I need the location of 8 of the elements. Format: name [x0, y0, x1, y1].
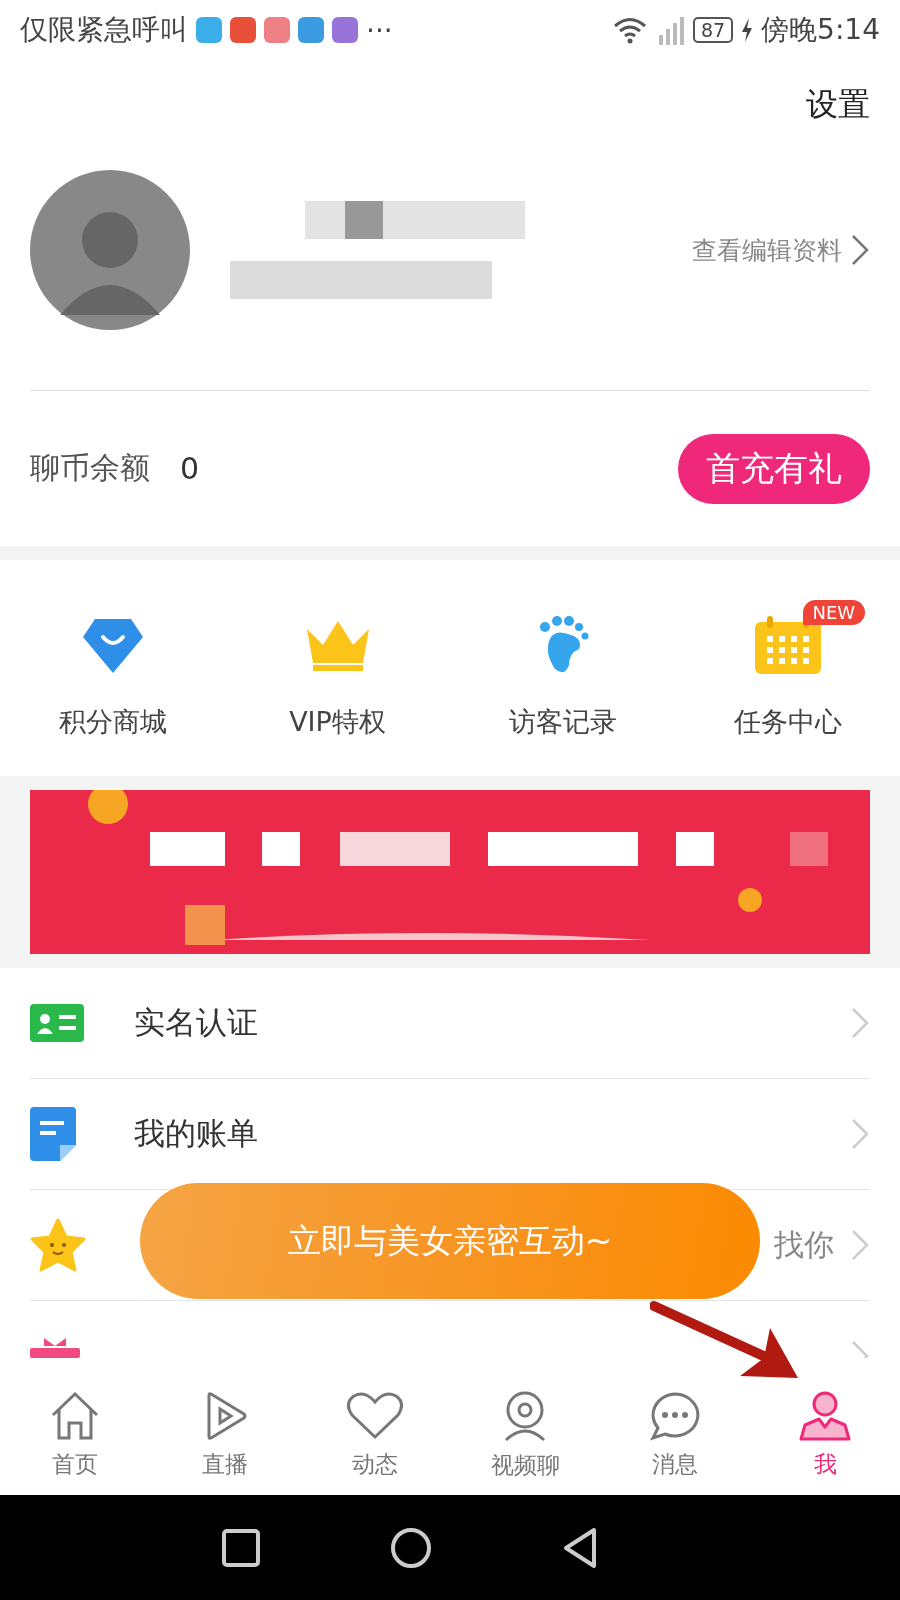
more-notifications: ··· — [366, 13, 393, 47]
clock: 傍晚5:14 — [761, 12, 880, 48]
battery-level: 87 — [692, 17, 734, 43]
balance-label: 聊币余额 — [30, 449, 150, 487]
balance-value: 0 — [180, 451, 201, 486]
carrier-text: 仅限紧急呼叫 — [20, 12, 188, 48]
menu-hint: 找你 — [774, 1225, 834, 1264]
new-badge: NEW — [802, 600, 866, 625]
